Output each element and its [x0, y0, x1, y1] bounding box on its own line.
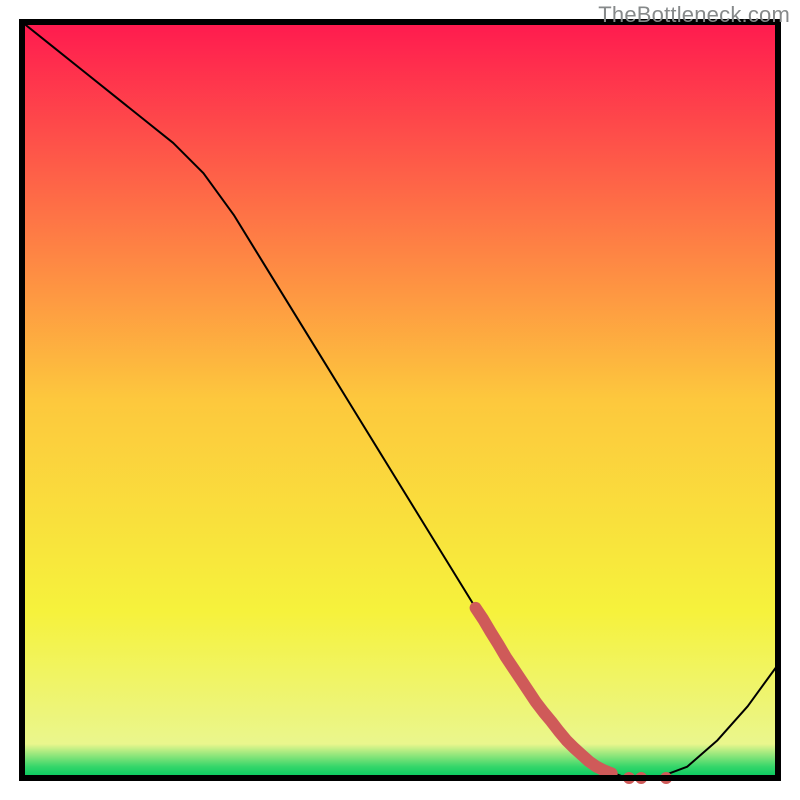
chart-canvas: [0, 0, 800, 800]
bottleneck-chart: TheBottleneck.com: [0, 0, 800, 800]
watermark-text: TheBottleneck.com: [598, 2, 790, 28]
